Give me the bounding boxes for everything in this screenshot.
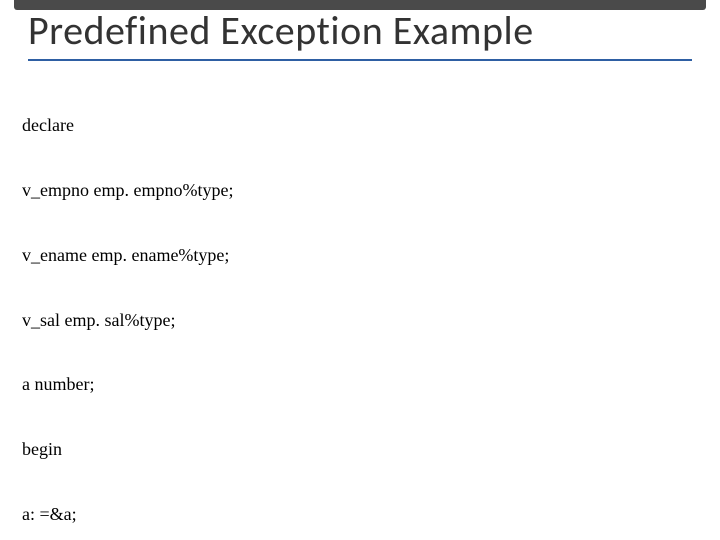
- code-line: v_sal emp. sal%type;: [22, 310, 708, 332]
- slide: Predefined Exception Example declare v_e…: [0, 0, 720, 540]
- code-block: declare v_empno emp. empno%type; v_ename…: [22, 72, 708, 540]
- slide-title: Predefined Exception Example: [28, 6, 692, 61]
- code-line: a: =&a;: [22, 504, 708, 526]
- code-line: declare: [22, 115, 708, 137]
- code-line: a number;: [22, 374, 708, 396]
- code-line: v_empno emp. empno%type;: [22, 180, 708, 202]
- code-line: v_ename emp. ename%type;: [22, 245, 708, 267]
- code-line: begin: [22, 439, 708, 461]
